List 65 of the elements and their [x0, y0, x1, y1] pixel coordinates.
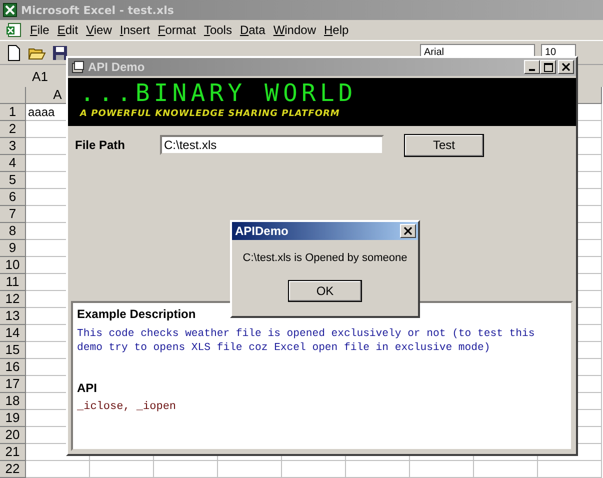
table-cell[interactable]: [218, 461, 282, 478]
select-all-corner[interactable]: [0, 87, 26, 104]
minimize-button[interactable]: [524, 60, 540, 74]
table-cell[interactable]: [474, 461, 538, 478]
spreadsheet-icon[interactable]: [6, 22, 22, 38]
row-header[interactable]: 11: [0, 274, 26, 291]
maximize-button[interactable]: [540, 60, 556, 74]
row-header[interactable]: 20: [0, 427, 26, 444]
row-header[interactable]: 18: [0, 393, 26, 410]
row-header[interactable]: 14: [0, 325, 26, 342]
spreadsheet-icon: [3, 3, 17, 17]
window-icon: [72, 61, 84, 73]
row-header[interactable]: 19: [0, 410, 26, 427]
table-cell[interactable]: [346, 461, 410, 478]
description-heading: Example Description: [77, 307, 197, 321]
row-header[interactable]: 7: [0, 206, 26, 223]
window-title: Microsoft Excel - test.xls: [21, 4, 174, 16]
table-cell[interactable]: [410, 461, 474, 478]
row-header[interactable]: 5: [0, 172, 26, 189]
ok-button[interactable]: OK: [288, 280, 362, 302]
table-cell[interactable]: [538, 461, 602, 478]
row-header[interactable]: 8: [0, 223, 26, 240]
row-header[interactable]: 17: [0, 376, 26, 393]
row-header[interactable]: 2: [0, 121, 26, 138]
api-text: _iclose, _iopen: [77, 401, 178, 413]
menu-item[interactable]: Insert: [116, 23, 154, 37]
row-header[interactable]: 21: [0, 444, 26, 461]
window-title: API Demo: [88, 60, 145, 74]
api-heading: API: [77, 381, 98, 395]
row-header[interactable]: 6: [0, 189, 26, 206]
menu-item[interactable]: File: [26, 23, 54, 37]
close-icon: [404, 227, 412, 235]
row-header[interactable]: 10: [0, 257, 26, 274]
row-header[interactable]: 12: [0, 291, 26, 308]
file-path-label: File Path: [75, 138, 126, 152]
close-button[interactable]: [558, 60, 574, 74]
table-cell[interactable]: [282, 461, 346, 478]
menu-item[interactable]: Tools: [200, 23, 236, 37]
close-icon: [562, 63, 570, 71]
row-header[interactable]: 3: [0, 138, 26, 155]
row-header[interactable]: 1: [0, 104, 26, 121]
save-icon[interactable]: [52, 44, 68, 60]
row-header[interactable]: 9: [0, 240, 26, 257]
table-cell[interactable]: [154, 461, 218, 478]
menu-item[interactable]: Edit: [53, 23, 82, 37]
menu-item[interactable]: Help: [320, 23, 353, 37]
row-header[interactable]: 13: [0, 308, 26, 325]
file-path-field[interactable]: C:\test.xls: [160, 135, 384, 155]
menu-item[interactable]: View: [82, 23, 116, 37]
row-header[interactable]: 16: [0, 359, 26, 376]
row-header[interactable]: 22: [0, 461, 26, 478]
menu-item[interactable]: Format: [154, 23, 200, 37]
message-text: C:\test.xls is Opened by someone: [242, 252, 408, 264]
close-button[interactable]: [400, 224, 416, 238]
new-document-icon[interactable]: [6, 44, 22, 62]
table-cell[interactable]: [90, 461, 154, 478]
message-box-title: APIDemo: [235, 224, 288, 238]
test-button[interactable]: Test: [404, 134, 484, 156]
description-text: This code checks weather file is opened exclusively or not (to test this demo try to opens XLS file coz Excel open file in exclusive mode): [77, 327, 536, 355]
menu-item[interactable]: Data: [236, 23, 270, 37]
table-cell[interactable]: [26, 461, 90, 478]
row-header[interactable]: 15: [0, 342, 26, 359]
menu-item[interactable]: Window: [269, 23, 320, 37]
maximize-icon: [544, 62, 552, 72]
row-header[interactable]: 4: [0, 155, 26, 172]
